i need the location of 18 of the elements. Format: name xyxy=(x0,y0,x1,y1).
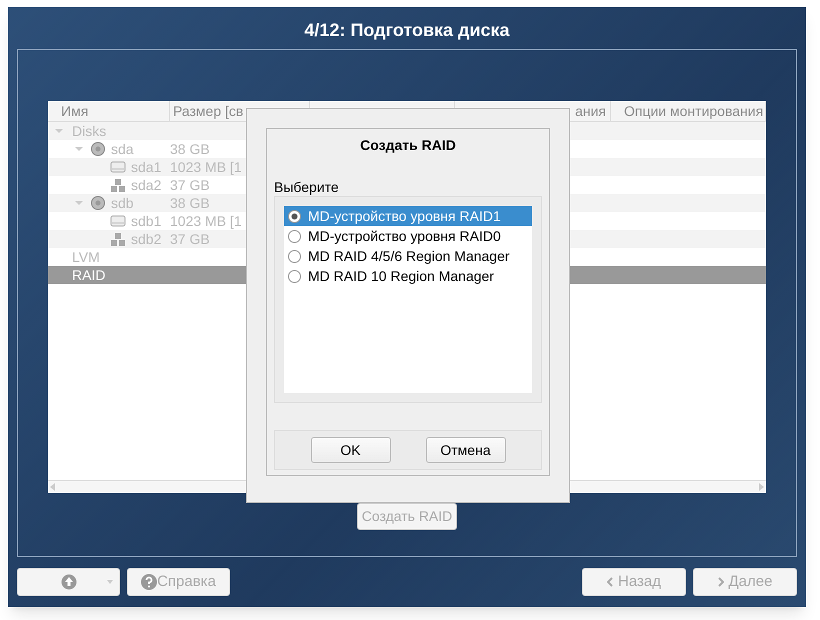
row-name: RAID xyxy=(72,266,106,284)
dialog-title: Создать RAID xyxy=(359,136,457,155)
row-name: sda1 xyxy=(131,158,162,176)
row-name: sda xyxy=(111,140,134,158)
row-size: 1023 MB [1 xyxy=(170,212,242,231)
row-size: 37 GB xyxy=(170,230,210,248)
row-name: sdb2 xyxy=(131,230,162,248)
row-size: 38 GB xyxy=(170,140,210,158)
prompt-label: Выберите xyxy=(274,178,340,196)
row-size: 37 GB xyxy=(170,176,210,194)
row-name: sda2 xyxy=(131,176,162,194)
row-size: 1023 MB [1 xyxy=(170,158,242,177)
row-name: sdb xyxy=(111,194,134,212)
row-name: Disks xyxy=(72,122,106,140)
row-name: sdb1 xyxy=(131,212,162,230)
window-title: 4/12: Подготовка диска xyxy=(303,19,511,42)
row-name: LVM xyxy=(72,248,100,266)
row-size: 38 GB xyxy=(170,194,210,212)
